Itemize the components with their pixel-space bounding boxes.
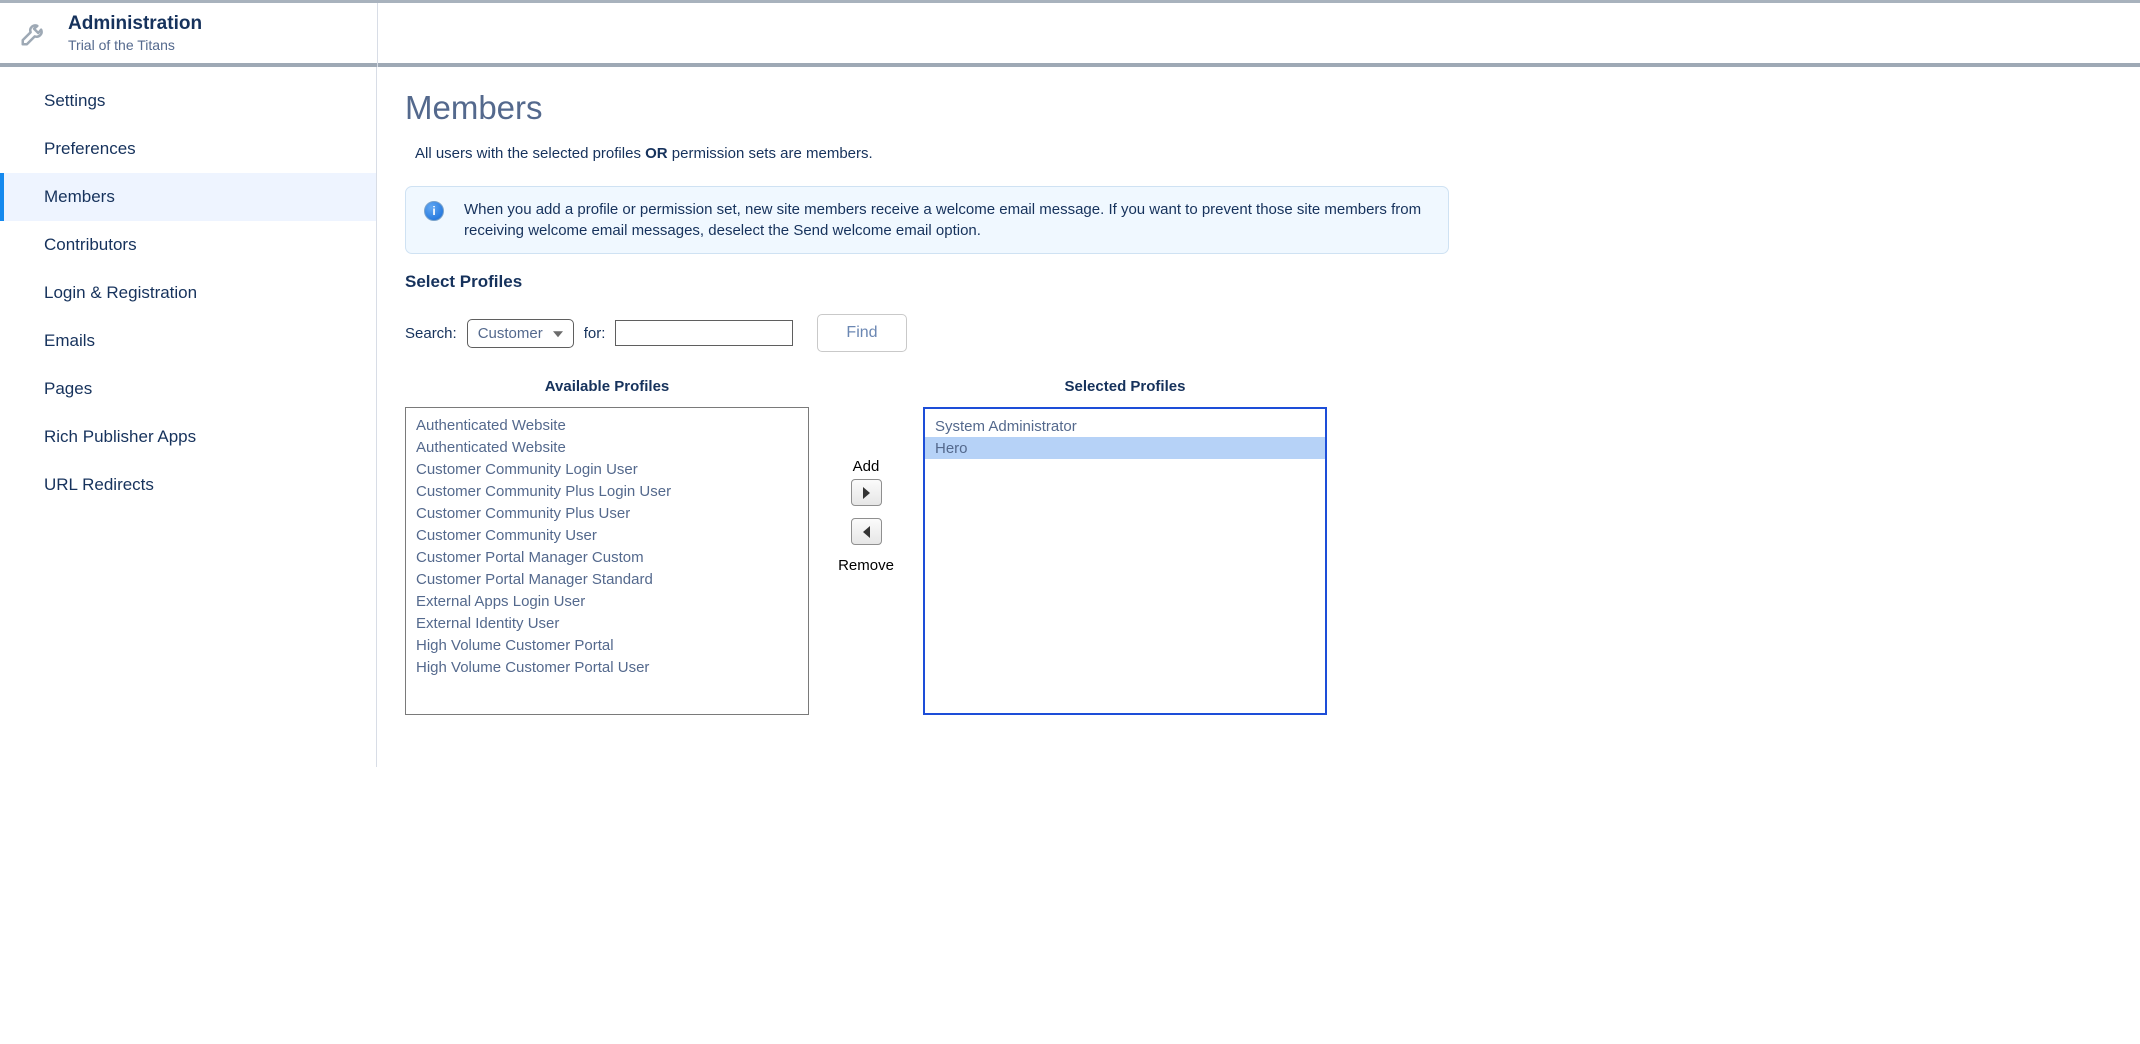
page-title: Members <box>405 89 1449 127</box>
list-item[interactable]: Customer Portal Manager Custom <box>406 546 808 568</box>
list-item[interactable]: External Identity User <box>406 612 808 634</box>
app-subtitle: Trial of the Titans <box>68 37 202 53</box>
list-item[interactable]: Customer Community Login User <box>406 458 808 480</box>
sidebar-item-pages[interactable]: Pages <box>0 365 376 413</box>
list-item[interactable]: Hero <box>925 437 1325 459</box>
list-item[interactable]: Authenticated Website <box>406 414 808 436</box>
select-profiles-label: Select Profiles <box>405 272 1449 292</box>
add-button[interactable] <box>851 479 882 506</box>
list-item[interactable]: Customer Community User <box>406 524 808 546</box>
app-title: Administration <box>68 13 202 35</box>
sidebar: SettingsPreferencesMembersContributorsLo… <box>0 67 377 767</box>
search-label: Search: <box>405 325 457 342</box>
list-item[interactable]: High Volume Customer Portal User <box>406 656 808 678</box>
search-input[interactable] <box>615 320 793 346</box>
remove-label: Remove <box>838 557 894 574</box>
sidebar-item-login-registration[interactable]: Login & Registration <box>0 269 376 317</box>
list-item[interactable]: Customer Portal Manager Standard <box>406 568 808 590</box>
wrench-icon <box>18 17 50 49</box>
sidebar-item-contributors[interactable]: Contributors <box>0 221 376 269</box>
duel-picklist: Available Profiles Authenticated Website… <box>405 378 1449 715</box>
subhead-prefix: All users with the selected profiles <box>415 145 645 162</box>
find-button[interactable]: Find <box>817 314 906 352</box>
list-item[interactable]: Customer Community Plus Login User <box>406 480 808 502</box>
sidebar-item-settings[interactable]: Settings <box>0 77 376 125</box>
info-box: i When you add a profile or permission s… <box>405 186 1449 254</box>
available-profiles-header: Available Profiles <box>545 378 670 395</box>
header: Administration Trial of the Titans <box>0 3 2140 67</box>
arrow-right-icon <box>863 487 870 499</box>
list-item[interactable]: Customer Community Plus User <box>406 502 808 524</box>
sidebar-item-emails[interactable]: Emails <box>0 317 376 365</box>
list-item[interactable]: External Apps Login User <box>406 590 808 612</box>
list-item[interactable]: High Volume Customer Portal <box>406 634 808 656</box>
sidebar-item-rich-publisher-apps[interactable]: Rich Publisher Apps <box>0 413 376 461</box>
search-category-select[interactable]: Customer <box>467 319 574 348</box>
add-label: Add <box>853 458 880 475</box>
available-profiles-listbox[interactable]: Authenticated WebsiteAuthenticated Websi… <box>405 407 809 715</box>
sidebar-item-preferences[interactable]: Preferences <box>0 125 376 173</box>
search-row: Search: Customer for: Find <box>405 314 1449 352</box>
selected-profiles-listbox[interactable]: System AdministratorHero <box>923 407 1327 715</box>
sidebar-item-members[interactable]: Members <box>0 173 376 221</box>
remove-button[interactable] <box>851 518 882 545</box>
for-label: for: <box>584 325 606 342</box>
selected-profiles-header: Selected Profiles <box>1065 378 1186 395</box>
list-item[interactable]: System Administrator <box>925 415 1325 437</box>
list-item[interactable]: Authenticated Website <box>406 436 808 458</box>
info-icon: i <box>424 201 444 221</box>
search-category-value: Customer <box>478 325 543 342</box>
arrow-left-icon <box>863 526 870 538</box>
subhead: All users with the selected profiles OR … <box>415 145 1449 162</box>
sidebar-item-url-redirects[interactable]: URL Redirects <box>0 461 376 509</box>
info-text: When you add a profile or permission set… <box>464 199 1430 241</box>
subhead-bold: OR <box>645 145 668 162</box>
subhead-suffix: permission sets are members. <box>668 145 873 162</box>
